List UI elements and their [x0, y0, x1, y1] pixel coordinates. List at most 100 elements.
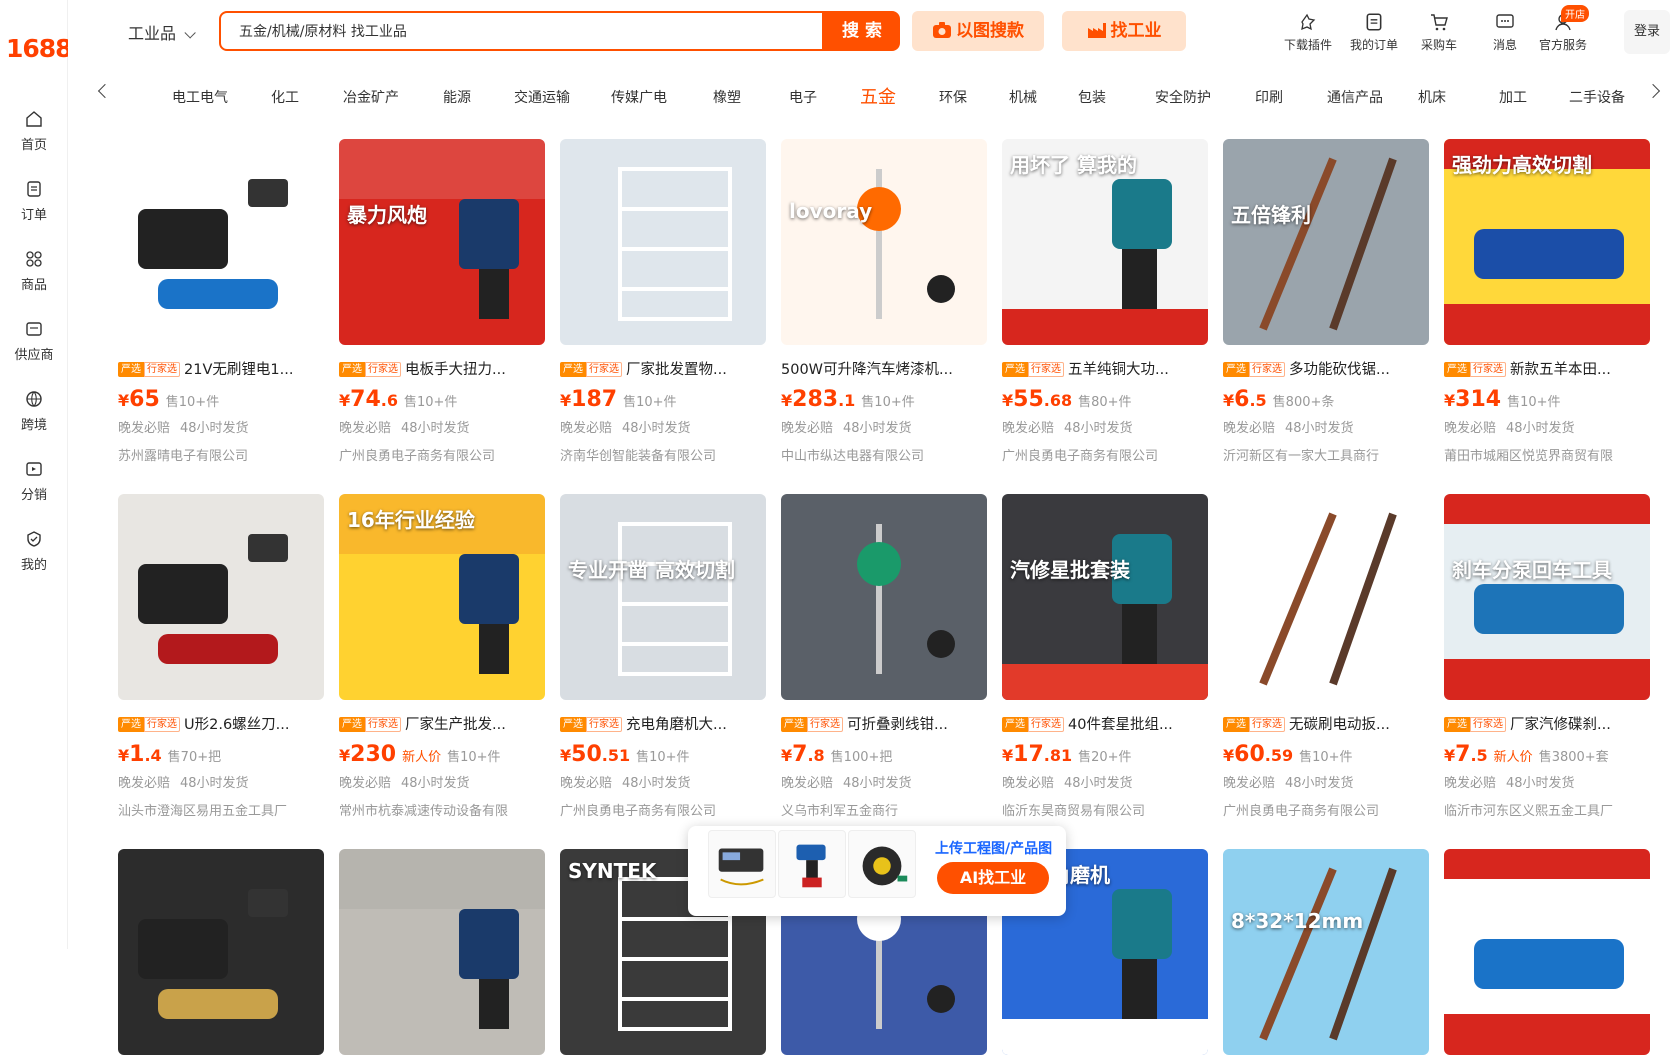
shop-name[interactable]: 广州良勇电子商务有限公司 — [339, 445, 545, 464]
category-tab[interactable]: 机床 — [1418, 87, 1446, 107]
shop-name[interactable]: 汕头市澄海区易用五金工具厂 — [118, 800, 324, 819]
shop-name[interactable]: 中山市纵达电器有限公司 — [781, 445, 987, 464]
header-action-0[interactable]: 下载插件 — [1280, 12, 1336, 53]
product-image[interactable]: 强劲力高效切割 — [1444, 139, 1650, 345]
header-action-3[interactable]: 消息 — [1477, 12, 1533, 53]
category-tab[interactable]: 环保 — [939, 87, 967, 107]
product-image[interactable]: 刹车分泵回车工具 — [1444, 494, 1650, 700]
product-title[interactable]: 严选 行家选 多功能砍伐锯... — [1223, 358, 1429, 378]
category-tab[interactable]: 传媒广电 — [611, 87, 667, 107]
find-industry-button[interactable]: 找工业 — [1062, 11, 1186, 51]
sidebar-item-0[interactable]: 首页 — [0, 110, 68, 153]
search-button[interactable]: 搜 索 — [824, 11, 900, 51]
sidebar-item-6[interactable]: 我的 — [0, 530, 68, 573]
sidebar-item-4[interactable]: 跨境 — [0, 390, 68, 433]
product-image[interactable]: lovoray — [781, 139, 987, 345]
category-tab[interactable]: 机械 — [1009, 87, 1037, 107]
site-logo[interactable]: 1688 — [6, 34, 73, 63]
product-card[interactable]: lovoray 500W可升降汽车烤漆机... ¥283.1 售10+件 晚发必赔 48小… — [781, 139, 987, 464]
shop-name[interactable]: 临沂东昊商贸易有限公司 — [1002, 800, 1208, 819]
category-tab[interactable]: 安全防护 — [1155, 87, 1211, 107]
category-tab[interactable]: 能源 — [443, 87, 471, 107]
product-title[interactable]: 500W可升降汽车烤漆机... — [781, 358, 987, 378]
search-input[interactable] — [221, 13, 822, 49]
shop-name[interactable]: 苏州露晴电子有限公司 — [118, 445, 324, 464]
category-tab[interactable]: 化工 — [271, 87, 299, 107]
product-title[interactable]: 严选 行家选 厂家生产批发... — [339, 713, 545, 733]
category-tab[interactable]: 印刷 — [1255, 87, 1283, 107]
shop-name[interactable]: 临沂市河东区义熙五金工具厂 — [1444, 800, 1650, 819]
category-tab[interactable]: 五金 — [860, 83, 896, 109]
product-card[interactable]: 8*32*12mm — [1223, 849, 1429, 1055]
product-image[interactable]: 用坏了 算我的 — [1002, 139, 1208, 345]
product-card[interactable]: 暴力风炮 严选 行家选 电板手大扭力... ¥74.6 售10+件 晚发必赔 48小时发货 广州… — [339, 139, 545, 464]
product-image[interactable] — [781, 494, 987, 700]
product-title[interactable]: 严选 行家选 无碳刷电动扳... — [1223, 713, 1429, 733]
product-card[interactable]: 严选 行家选 厂家批发置物... ¥187 售10+件 晚发必赔 48小时发货 济南华创智能装… — [560, 139, 766, 464]
product-title[interactable]: 严选 行家选 可折叠剥线钳... — [781, 713, 987, 733]
product-title[interactable]: 严选 行家选 五羊纯铜大功... — [1002, 358, 1208, 378]
category-tab[interactable]: 加工 — [1499, 87, 1527, 107]
category-tab[interactable]: 电工电气 — [172, 87, 228, 107]
product-card[interactable]: 专业开凿 高效切割 严选 行家选 充电角磨机大... ¥50.51 售10+件 晚发必赔 48… — [560, 494, 766, 819]
category-tab[interactable]: 电子 — [789, 87, 817, 107]
header-action-4[interactable]: 官方服务 开店 — [1535, 5, 1591, 53]
product-title[interactable]: 严选 行家选 厂家汽修碟刹... — [1444, 713, 1650, 733]
header-action-2[interactable]: 采购车 — [1411, 12, 1467, 53]
product-image[interactable]: 汽修星批套装 — [1002, 494, 1208, 700]
chevron-left-icon[interactable] — [97, 83, 113, 99]
product-image[interactable]: 8*32*12mm — [1223, 849, 1429, 1055]
category-tab[interactable]: 二手设备 — [1569, 87, 1625, 107]
product-image[interactable] — [1444, 849, 1650, 1055]
ai-upload-text[interactable]: 上传工程图/产品图 — [935, 838, 1052, 858]
product-card[interactable] — [339, 849, 545, 1055]
product-image[interactable]: 专业开凿 高效切割 — [560, 494, 766, 700]
product-title[interactable]: 严选 行家选 40件套星批组... — [1002, 713, 1208, 733]
product-image[interactable]: 暴力风炮 — [339, 139, 545, 345]
shop-name[interactable]: 广州良勇电子商务有限公司 — [1223, 800, 1429, 819]
product-card[interactable]: 汽修星批套装 严选 行家选 40件套星批组... ¥17.81 售20+件 晚发必赔 48小时… — [1002, 494, 1208, 819]
product-title[interactable]: 严选 行家选 充电角磨机大... — [560, 713, 766, 733]
product-image[interactable] — [1223, 494, 1429, 700]
header-action-1[interactable]: 我的订单 — [1346, 12, 1402, 53]
shop-name[interactable]: 广州良勇电子商务有限公司 — [1002, 445, 1208, 464]
shop-name[interactable]: 济南华创智能装备有限公司 — [560, 445, 766, 464]
category-tab[interactable]: 包装 — [1078, 87, 1106, 107]
product-title[interactable]: 严选 行家选 21V无刷锂电1... — [118, 358, 324, 378]
product-card[interactable]: 刹车分泵回车工具 严选 行家选 厂家汽修碟刹... ¥7.5 新人价 售3800+套 晚发必赔… — [1444, 494, 1650, 819]
product-card[interactable]: 16年行业经验 严选 行家选 厂家生产批发... ¥230 新人价 售10+件 晚发必赔 48小… — [339, 494, 545, 819]
product-card[interactable] — [118, 849, 324, 1055]
product-title[interactable]: 严选 行家选 U形2.6螺丝刀... — [118, 713, 324, 733]
product-title[interactable]: 严选 行家选 新款五羊本田... — [1444, 358, 1650, 378]
product-image[interactable] — [118, 139, 324, 345]
category-tab[interactable]: 交通运输 — [514, 87, 570, 107]
sidebar-item-2[interactable]: 商品 — [0, 250, 68, 293]
product-card[interactable]: 强劲力高效切割 严选 行家选 新款五羊本田... ¥314 售10+件 晚发必赔 48小时发货… — [1444, 139, 1650, 464]
sidebar-item-1[interactable]: 订单 — [0, 180, 68, 223]
product-card[interactable] — [1444, 849, 1650, 1055]
shop-name[interactable]: 义乌市利军五金商行 — [781, 800, 987, 819]
product-title[interactable]: 严选 行家选 电板手大扭力... — [339, 358, 545, 378]
login-button[interactable]: 登录 — [1624, 10, 1670, 54]
ai-find-button[interactable]: AI找工业 — [937, 862, 1049, 894]
shop-name[interactable]: 沂河新区有一家大工具商行 — [1223, 445, 1429, 464]
shop-name[interactable]: 常州市杭泰减速传动设备有限 — [339, 800, 545, 819]
chevron-right-icon[interactable] — [1645, 83, 1661, 99]
product-card[interactable]: 严选 行家选 21V无刷锂电1... ¥65 售10+件 晚发必赔 48小时发货 苏州露晴电子… — [118, 139, 324, 464]
sidebar-item-5[interactable]: 分销 — [0, 460, 68, 503]
product-card[interactable]: 严选 行家选 无碳刷电动扳... ¥60.59 售10+件 晚发必赔 48小时发货 广州良勇电… — [1223, 494, 1429, 819]
product-card[interactable]: 五倍锋利 严选 行家选 多功能砍伐锯... ¥6.5 售800+条 晚发必赔 48小时发货 沂河… — [1223, 139, 1429, 464]
product-card[interactable]: 严选 行家选 U形2.6螺丝刀... ¥1.4 售70+把 晚发必赔 48小时发货 汕头市澄海… — [118, 494, 324, 819]
category-tab[interactable]: 通信产品 — [1327, 87, 1383, 107]
category-tab[interactable]: 橡塑 — [713, 87, 741, 107]
shop-name[interactable]: 莆田市城厢区悦览界商贸有限 — [1444, 445, 1650, 464]
product-card[interactable]: 严选 行家选 可折叠剥线钳... ¥7.8 售100+把 晚发必赔 48小时发货 义乌市利军五… — [781, 494, 987, 819]
product-title[interactable]: 严选 行家选 厂家批发置物... — [560, 358, 766, 378]
product-image[interactable]: 16年行业经验 — [339, 494, 545, 700]
product-image[interactable] — [339, 849, 545, 1055]
product-image[interactable]: 五倍锋利 — [1223, 139, 1429, 345]
shop-name[interactable]: 广州良勇电子商务有限公司 — [560, 800, 766, 819]
product-card[interactable]: 用坏了 算我的 严选 行家选 五羊纯铜大功... ¥55.68 售80+件 晚发必赔 48小时… — [1002, 139, 1208, 464]
image-search-button[interactable]: 以图搜款 — [912, 11, 1044, 51]
product-image[interactable] — [118, 849, 324, 1055]
